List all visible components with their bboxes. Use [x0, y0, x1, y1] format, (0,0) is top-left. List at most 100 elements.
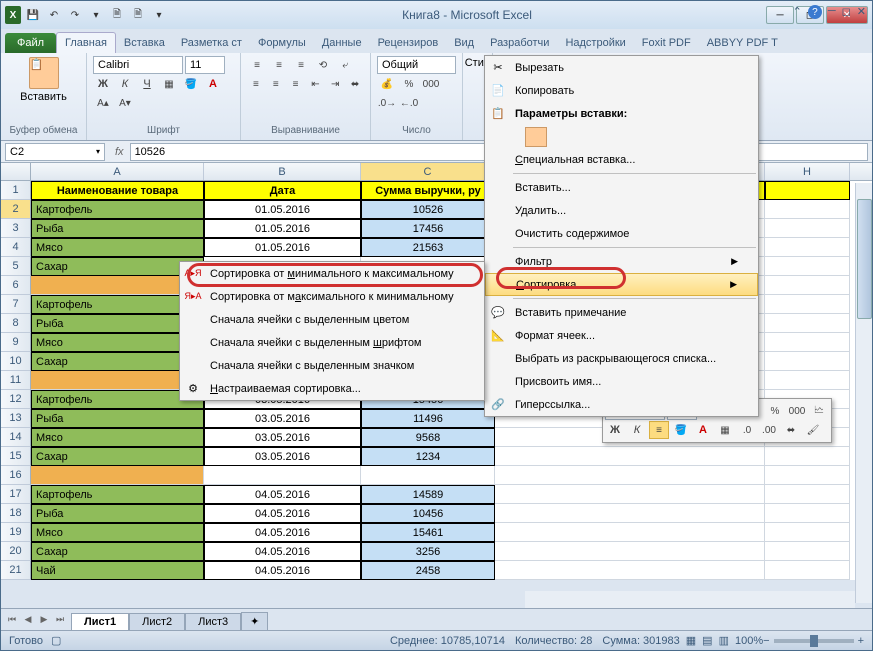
ctx-link[interactable]: 🔗Гиперссылка...	[485, 393, 758, 416]
ctx-paste-opts[interactable]: 📋Параметры вставки:	[485, 102, 758, 125]
sheet-nav-first[interactable]: ⏮	[5, 612, 19, 628]
font-color-button[interactable]: A	[203, 75, 223, 93]
ctx-paste-default[interactable]	[485, 125, 758, 148]
row-header[interactable]: 18	[1, 504, 31, 523]
row-header[interactable]: 3	[1, 219, 31, 238]
tab-abbyy[interactable]: ABBYY PDF T	[699, 33, 786, 53]
tab-layout[interactable]: Разметка ст	[173, 33, 250, 53]
orientation-icon[interactable]: ⟲	[313, 56, 333, 74]
cell-date[interactable]: 01.05.2016	[204, 219, 361, 238]
row-header[interactable]: 11	[1, 371, 31, 390]
indent-inc-icon[interactable]: ⇥	[326, 75, 344, 93]
cell-name[interactable]: Мясо	[31, 523, 204, 542]
tab-view[interactable]: Вид	[446, 33, 482, 53]
row-header[interactable]: 19	[1, 523, 31, 542]
cell-name[interactable]: Мясо	[31, 238, 204, 257]
ribbon-minimize-icon[interactable]: ⌃	[793, 5, 802, 19]
name-box[interactable]: C2▾	[5, 143, 105, 161]
cell-empty[interactable]	[765, 219, 850, 238]
ctx-comment[interactable]: 💬Вставить примечание	[485, 301, 758, 324]
cell-empty[interactable]	[765, 200, 850, 219]
view-layout-icon[interactable]: ▤	[702, 634, 712, 647]
cell-date[interactable]: 04.05.2016	[204, 485, 361, 504]
sort-color[interactable]: Сначала ячейки с выделенным цветом	[180, 308, 484, 331]
row-header[interactable]: 16	[1, 466, 31, 485]
cell-empty[interactable]	[765, 561, 850, 580]
number-format-combo[interactable]: Общий	[377, 56, 456, 74]
addin-icon[interactable]: 🗎	[108, 6, 126, 24]
ctx-insert[interactable]: Вставить...	[485, 176, 758, 199]
cell-empty[interactable]	[765, 295, 850, 314]
ctx-delete[interactable]: Удалить...	[485, 199, 758, 222]
cell-name[interactable]: Рыба	[31, 219, 204, 238]
percent-icon[interactable]: %	[399, 75, 419, 93]
row-header[interactable]: 20	[1, 542, 31, 561]
row-header[interactable]: 5	[1, 257, 31, 276]
row-header[interactable]: 2	[1, 200, 31, 219]
sort-custom[interactable]: ⚙Настраиваемая сортировка...	[180, 377, 484, 400]
cell-sum[interactable]: 15461	[361, 523, 495, 542]
align-left-icon[interactable]: ≡	[247, 75, 265, 93]
cell-name[interactable]: Рыба	[31, 409, 204, 428]
paste-button[interactable]: 📋 Вставить	[7, 55, 80, 105]
row-header[interactable]: 21	[1, 561, 31, 580]
mini-bold-icon[interactable]: Ж	[605, 421, 625, 439]
row-header[interactable]: 12	[1, 390, 31, 409]
border-button[interactable]: ▦	[159, 75, 179, 93]
minimize-button[interactable]: ─	[766, 6, 794, 24]
cell-date[interactable]: 04.05.2016	[204, 504, 361, 523]
cell-empty[interactable]	[765, 238, 850, 257]
cell-name[interactable]: Сахар	[31, 447, 204, 466]
cell-empty[interactable]	[765, 352, 850, 371]
ctx-format[interactable]: 📐Формат ячеек...	[485, 324, 758, 347]
cell-sum[interactable]: 21563	[361, 238, 495, 257]
ctx-dropdown[interactable]: Выбрать из раскрывающегося списка...	[485, 347, 758, 370]
excel-icon[interactable]: X	[5, 6, 21, 24]
cell-sum[interactable]: 14589	[361, 485, 495, 504]
mini-incdec-icon[interactable]: .0	[737, 421, 757, 439]
cell-empty[interactable]	[765, 542, 850, 561]
cell-empty[interactable]	[765, 371, 850, 390]
cell-empty[interactable]	[765, 485, 850, 504]
col-a[interactable]: A	[31, 163, 204, 180]
cell-date[interactable]: 03.05.2016	[204, 428, 361, 447]
sheet-tab-2[interactable]: Лист2	[129, 613, 185, 630]
cell-date[interactable]: 04.05.2016	[204, 561, 361, 580]
cell-empty[interactable]	[495, 542, 765, 561]
decrease-font-icon[interactable]: A▾	[115, 94, 135, 112]
redo-icon[interactable]: ↷	[66, 6, 84, 24]
fontsize-combo[interactable]: 11	[185, 56, 225, 74]
cell-sum[interactable]: 9568	[361, 428, 495, 447]
col-c[interactable]: C	[361, 163, 495, 180]
sheet-nav-next[interactable]: ▶	[37, 612, 51, 628]
file-tab[interactable]: Файл	[5, 33, 56, 53]
sheet-nav-prev[interactable]: ◀	[21, 612, 35, 628]
cell-name[interactable]: Картофель	[31, 485, 204, 504]
cell-empty[interactable]	[765, 333, 850, 352]
qat-more-icon[interactable]: ▾	[87, 6, 105, 24]
align-bot-icon[interactable]: ≡	[291, 56, 311, 74]
ctx-clear[interactable]: Очистить содержимое	[485, 222, 758, 245]
currency-icon[interactable]: 💰	[377, 75, 397, 93]
mini-border-icon[interactable]: ▦	[715, 421, 735, 439]
mini-center-icon[interactable]: ≡	[649, 421, 669, 439]
mini-merge-icon[interactable]: ⬌	[781, 421, 801, 439]
cell-date[interactable]: 01.05.2016	[204, 200, 361, 219]
mini-fontcolor-icon[interactable]: A	[693, 421, 713, 439]
select-all-corner[interactable]	[1, 163, 31, 180]
header-cell[interactable]: Наименование товара	[31, 181, 204, 200]
cell-sum[interactable]: 10526	[361, 200, 495, 219]
italic-button[interactable]: К	[115, 75, 135, 93]
cell-sum[interactable]: 3256	[361, 542, 495, 561]
view-normal-icon[interactable]: ▦	[686, 634, 696, 647]
cell-date[interactable]: 03.05.2016	[204, 409, 361, 428]
tab-data[interactable]: Данные	[314, 33, 370, 53]
sheet-tab-1[interactable]: Лист1	[71, 613, 129, 630]
cell-empty[interactable]	[495, 504, 765, 523]
cell-empty[interactable]	[765, 276, 850, 295]
cell-sum[interactable]: 2458	[361, 561, 495, 580]
cell-sum[interactable]: 1234	[361, 447, 495, 466]
row-header[interactable]: 14	[1, 428, 31, 447]
cell-name[interactable]: Сахар	[31, 542, 204, 561]
header-cell[interactable]: Сумма выручки, ру	[361, 181, 495, 200]
